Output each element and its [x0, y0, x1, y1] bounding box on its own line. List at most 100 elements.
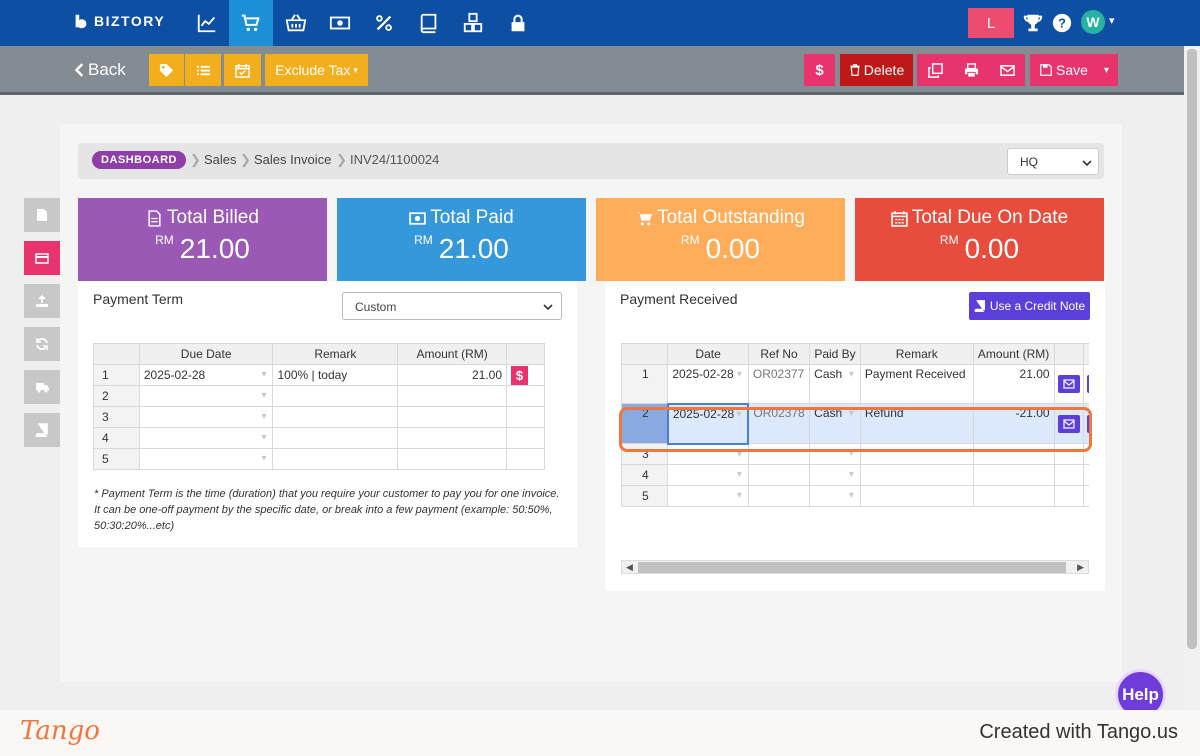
- email-receipt-button[interactable]: [1057, 375, 1080, 393]
- exclude-tax-dropdown[interactable]: Exclude Tax ▾: [265, 54, 368, 86]
- paid-by-cell[interactable]: Cash: [809, 364, 861, 404]
- side-tab-recurring[interactable]: [24, 327, 60, 361]
- action-header: [1053, 343, 1084, 365]
- remark-cell[interactable]: [272, 448, 399, 470]
- company-switcher[interactable]: L: [968, 8, 1014, 38]
- caret-down-icon[interactable]: ▾: [1109, 14, 1115, 27]
- nav-tax[interactable]: [362, 0, 406, 46]
- email-button[interactable]: [989, 54, 1025, 86]
- brand-logo[interactable]: BIZTORY: [72, 12, 165, 30]
- side-tab-details[interactable]: [24, 198, 60, 232]
- due-date-cell[interactable]: 2025-02-28: [138, 364, 274, 386]
- back-button[interactable]: Back: [74, 60, 126, 80]
- calendar-check-button[interactable]: [224, 54, 261, 86]
- email-receipt-button[interactable]: [1057, 414, 1080, 433]
- amount-cell[interactable]: [397, 385, 508, 407]
- due-date-cell[interactable]: [138, 448, 274, 470]
- action-cell: [1053, 485, 1084, 507]
- nav-inventory[interactable]: [451, 0, 495, 46]
- amount-cell[interactable]: -21.00: [972, 403, 1055, 444]
- date-cell[interactable]: [667, 485, 749, 507]
- paid-by-cell[interactable]: [809, 464, 861, 486]
- scrollbar-thumb[interactable]: [638, 562, 1066, 573]
- breadcrumb-sales-invoice[interactable]: Sales Invoice: [254, 152, 331, 167]
- breadcrumb-sales[interactable]: Sales: [204, 152, 237, 167]
- summary-value: 21.00: [179, 233, 250, 264]
- side-tab-delivery[interactable]: [24, 370, 60, 404]
- ref-no-cell[interactable]: OR02377: [747, 364, 811, 404]
- ref-no-cell[interactable]: [747, 443, 811, 465]
- print-button[interactable]: [953, 54, 989, 86]
- date-cell[interactable]: [667, 443, 749, 465]
- ref-no-cell[interactable]: [747, 485, 811, 507]
- ref-no-cell[interactable]: [747, 464, 811, 486]
- use-credit-note-button[interactable]: Use a Credit Note: [969, 292, 1090, 320]
- scroll-right-arrow-icon[interactable]: ▶: [1077, 562, 1084, 573]
- amount-cell[interactable]: [972, 464, 1055, 486]
- paid-by-cell[interactable]: Cash: [809, 403, 861, 444]
- remark-cell[interactable]: [859, 464, 974, 486]
- row-number-header: [93, 343, 140, 365]
- due-date-cell[interactable]: [138, 406, 274, 428]
- remark-cell[interactable]: Refund: [859, 403, 974, 444]
- print-receipt-button[interactable]: [1086, 414, 1089, 433]
- date-cell[interactable]: [667, 464, 749, 486]
- nav-security[interactable]: [496, 0, 540, 46]
- ref-no-cell[interactable]: OR02378: [747, 403, 811, 444]
- side-tab-payment[interactable]: [24, 241, 60, 275]
- payment-button[interactable]: $: [804, 54, 835, 86]
- nav-purchases[interactable]: [274, 0, 318, 46]
- due-date-cell[interactable]: [138, 385, 274, 407]
- delete-button[interactable]: Delete: [840, 54, 913, 86]
- side-tab-upload[interactable]: [24, 284, 60, 318]
- remark-cell[interactable]: 100% | today: [272, 364, 399, 386]
- nav-achievements[interactable]: [1020, 0, 1046, 46]
- chart-line-icon: [197, 14, 216, 33]
- tag-icon: [159, 63, 174, 77]
- amount-cell[interactable]: [972, 485, 1055, 507]
- amount-cell[interactable]: [397, 427, 508, 449]
- nav-help[interactable]: ?: [1049, 0, 1075, 46]
- amount-cell[interactable]: [972, 443, 1055, 465]
- amount-cell[interactable]: [397, 448, 508, 470]
- nav-banking[interactable]: [318, 0, 362, 46]
- remark-cell[interactable]: Payment Received: [859, 364, 974, 404]
- remark-cell[interactable]: [272, 406, 399, 428]
- created-with-credit: Created with Tango.us: [979, 721, 1178, 743]
- tag-button[interactable]: [149, 54, 184, 86]
- duplicate-button[interactable]: [917, 54, 953, 86]
- payment-term-select[interactable]: Custom: [342, 292, 562, 320]
- breadcrumb-invoice-number: INV24/1100024: [350, 152, 440, 167]
- remark-cell[interactable]: [272, 427, 399, 449]
- amount-cell[interactable]: 21.00: [397, 364, 508, 386]
- breadcrumb-dashboard[interactable]: DASHBOARD: [92, 151, 186, 169]
- pay-term-button[interactable]: $: [511, 365, 529, 385]
- amount-cell[interactable]: 21.00: [972, 364, 1055, 404]
- nav-accounting[interactable]: [407, 0, 451, 46]
- summary-total-billed: Total Billed RM 21.00: [78, 198, 327, 281]
- date-cell[interactable]: 2025-02-28: [667, 364, 749, 404]
- nav-sales[interactable]: [229, 0, 273, 46]
- remark-cell[interactable]: [272, 385, 399, 407]
- paid-by-cell[interactable]: [809, 443, 861, 465]
- nav-reports[interactable]: [185, 0, 229, 46]
- list-icon: [196, 65, 210, 75]
- amount-cell[interactable]: [397, 406, 508, 428]
- branch-select[interactable]: HQ: [1007, 148, 1099, 175]
- table-horizontal-scrollbar[interactable]: ◀ ▶: [621, 560, 1089, 574]
- due-date-cell[interactable]: [138, 427, 274, 449]
- remark-cell[interactable]: [859, 485, 974, 507]
- scroll-left-arrow-icon[interactable]: ◀: [626, 562, 633, 573]
- date-cell[interactable]: 2025-02-28: [666, 402, 750, 445]
- table-header-row: Due Date Remark Amount (RM): [93, 343, 545, 365]
- page-scrollbar[interactable]: [1184, 46, 1200, 710]
- remark-cell[interactable]: [859, 443, 974, 465]
- side-tab-journal[interactable]: [24, 413, 60, 447]
- save-button[interactable]: Save: [1030, 54, 1095, 86]
- user-avatar[interactable]: W: [1081, 10, 1105, 34]
- scrollbar-thumb[interactable]: [1187, 49, 1197, 649]
- paid-by-cell[interactable]: [809, 485, 861, 507]
- print-receipt-button[interactable]: [1086, 375, 1089, 393]
- list-button[interactable]: [185, 54, 221, 86]
- save-options-dropdown[interactable]: ▾: [1095, 54, 1118, 86]
